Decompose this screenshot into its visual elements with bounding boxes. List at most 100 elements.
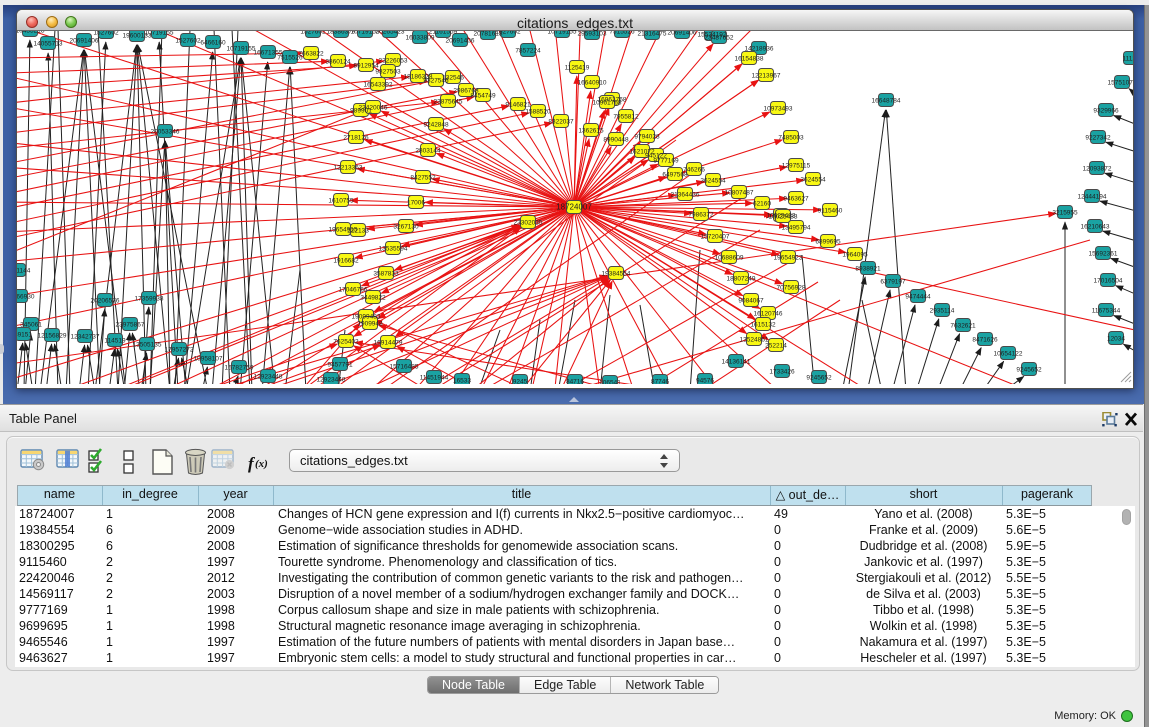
svg-text:16154838: 16154838 <box>735 56 764 63</box>
svg-text:12444194: 12444194 <box>1078 194 1107 201</box>
svg-text:16533: 16533 <box>453 378 471 385</box>
svg-text:14055713: 14055713 <box>34 41 63 48</box>
svg-text:9329966: 9329966 <box>1093 108 1119 115</box>
svg-text:20206576: 20206576 <box>91 298 120 305</box>
svg-text:17957272: 17957272 <box>165 347 194 354</box>
svg-text:7625402: 7625402 <box>333 339 359 346</box>
svg-text:7857224: 7857224 <box>515 48 541 55</box>
svg-text:1615132: 1615132 <box>750 322 776 329</box>
svg-text:10719155: 10719155 <box>227 46 256 53</box>
svg-text:20265423: 20265423 <box>376 31 405 36</box>
svg-text:12213363: 12213363 <box>334 165 363 172</box>
svg-text:132546: 132546 <box>442 75 464 82</box>
svg-text:13495794: 13495794 <box>782 225 811 232</box>
svg-text:17359938: 17359938 <box>135 296 164 303</box>
svg-text:9463627: 9463627 <box>783 196 809 203</box>
svg-text:94576: 94576 <box>696 378 714 385</box>
svg-text:1610755: 1610755 <box>328 198 354 205</box>
svg-text:(x): (x) <box>255 458 268 470</box>
svg-text:1527602: 1527602 <box>93 31 119 37</box>
svg-text:21161559: 21161559 <box>429 31 458 36</box>
svg-text:10807487: 10807487 <box>725 190 754 197</box>
svg-text:10654122: 10654122 <box>994 351 1023 358</box>
svg-text:1733426: 1733426 <box>769 369 795 376</box>
svg-text:2935114: 2935114 <box>930 308 955 315</box>
svg-text:1916682: 1916682 <box>333 258 359 265</box>
svg-text:14136141: 14136141 <box>722 359 751 366</box>
svg-text:16640910: 16640910 <box>578 80 607 87</box>
svg-text:12213967: 12213967 <box>752 73 781 80</box>
svg-text:23875645: 23875645 <box>434 99 463 106</box>
svg-text:9327503: 9327503 <box>375 69 401 76</box>
svg-text:106541: 106541 <box>599 380 621 385</box>
svg-text:1909948: 1909948 <box>357 321 383 328</box>
svg-text:8471626: 8471626 <box>972 337 998 344</box>
svg-text:8938921: 8938921 <box>855 266 881 273</box>
svg-text:10961768: 10961768 <box>593 100 622 107</box>
svg-text:20053346: 20053346 <box>151 129 180 136</box>
svg-text:19384554: 19384554 <box>602 271 631 278</box>
svg-text:345061: 345061 <box>20 322 42 329</box>
svg-text:18807249: 18807249 <box>727 276 756 283</box>
svg-text:252214: 252214 <box>765 343 787 350</box>
svg-text:7986372: 7986372 <box>688 212 714 219</box>
svg-text:1527602: 1527602 <box>175 38 201 45</box>
svg-text:87746: 87746 <box>651 379 669 385</box>
svg-text:39151: 39151 <box>17 332 32 339</box>
svg-text:16033809: 16033809 <box>406 35 435 42</box>
svg-text:2718126: 2718126 <box>343 135 369 142</box>
svg-text:19654923: 19654923 <box>774 255 803 262</box>
svg-text:16120746: 16120746 <box>754 311 783 318</box>
svg-text:12923448: 12923448 <box>317 377 346 384</box>
svg-text:16210643: 16210643 <box>1081 224 1110 231</box>
svg-text:8990448: 8990448 <box>603 137 629 144</box>
svg-text:23420046: 23420046 <box>359 105 388 112</box>
svg-text:15692361: 15692361 <box>1089 251 1118 258</box>
svg-text:8454749: 8454749 <box>470 93 496 100</box>
svg-text:17046766: 17046766 <box>339 287 368 294</box>
svg-text:8427552: 8427552 <box>410 175 436 182</box>
svg-text:10433218: 10433218 <box>17 31 45 35</box>
svg-text:17016504: 17016504 <box>1094 278 1123 285</box>
svg-text:12923448: 12923448 <box>254 374 283 381</box>
svg-text:9081144: 9081144 <box>17 268 31 275</box>
svg-text:13505135: 13505135 <box>133 342 162 349</box>
svg-text:12156829: 12156829 <box>38 333 67 340</box>
svg-text:9242848: 9242848 <box>423 122 449 129</box>
svg-text:14218936: 14218936 <box>745 46 774 53</box>
svg-text:16543392: 16543392 <box>364 82 393 89</box>
svg-text:17006: 17006 <box>407 200 425 207</box>
svg-text:7663822: 7663822 <box>298 51 324 58</box>
svg-text:9777169: 9777169 <box>653 158 679 165</box>
svg-text:18724007: 18724007 <box>556 203 592 212</box>
svg-text:1588520: 1588520 <box>525 109 551 116</box>
svg-text:3449822: 3449822 <box>360 295 386 302</box>
svg-text:16914479: 16914479 <box>374 340 403 347</box>
svg-text:1964095: 1964095 <box>842 252 868 259</box>
svg-text:9457791: 9457791 <box>327 362 353 369</box>
svg-text:9245: 9245 <box>513 379 528 385</box>
svg-text:20691406: 20691406 <box>446 38 475 45</box>
svg-text:9794028: 9794028 <box>634 134 660 141</box>
svg-text:12034: 12034 <box>1107 336 1125 343</box>
svg-text:3624554: 3624554 <box>800 177 826 184</box>
svg-text:9115460: 9115460 <box>818 208 843 215</box>
svg-text:16648784: 16648784 <box>872 98 901 105</box>
svg-text:746266: 746266 <box>683 167 705 174</box>
svg-text:21316475: 21316475 <box>638 31 667 38</box>
svg-text:3860124: 3860124 <box>325 59 351 66</box>
svg-text:1362615: 1362615 <box>578 128 604 135</box>
svg-text:29593103: 29593103 <box>578 31 607 38</box>
svg-text:2803144: 2803144 <box>415 148 441 155</box>
svg-text:23975867: 23975867 <box>116 322 145 329</box>
svg-text:10688609: 10688609 <box>715 255 744 262</box>
svg-text:10719155: 10719155 <box>145 31 174 37</box>
svg-text:10025433: 10025433 <box>769 214 798 221</box>
svg-text:1527602: 1527602 <box>300 31 326 36</box>
svg-text:3624554: 3624554 <box>700 178 726 185</box>
svg-text:21364436: 21364436 <box>671 192 700 199</box>
svg-text:3587833: 3587833 <box>373 271 399 278</box>
svg-text:7955812: 7955812 <box>613 114 639 121</box>
svg-text:25266930: 25266930 <box>17 294 35 301</box>
svg-text:16782759: 16782759 <box>225 365 254 372</box>
